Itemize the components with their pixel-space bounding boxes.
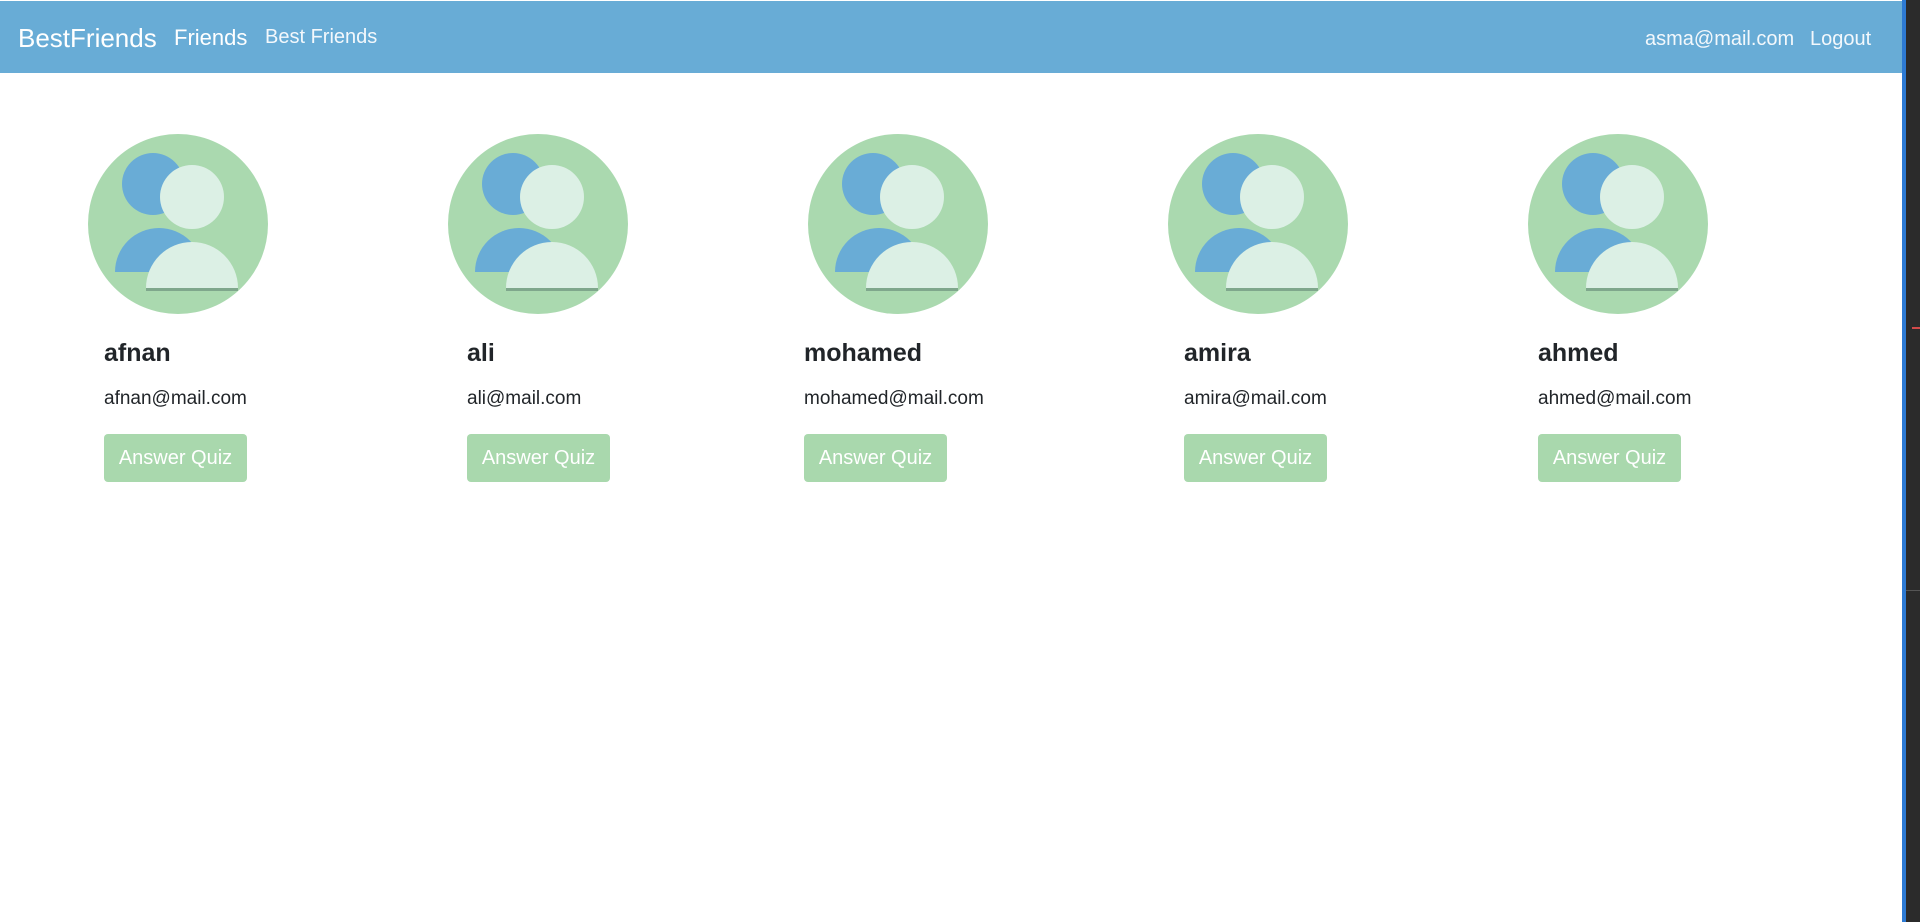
navbar: BestFriends Friends Best Friends asma@ma…	[0, 1, 1902, 73]
user-email-link[interactable]: asma@mail.com	[1645, 28, 1794, 51]
answer-quiz-button[interactable]: Answer Quiz	[1538, 434, 1681, 482]
friend-name: ali	[467, 339, 495, 367]
friend-name: ahmed	[1538, 339, 1619, 367]
nav-link-friends[interactable]: Friends	[174, 25, 247, 51]
friend-email: amira@mail.com	[1184, 388, 1327, 409]
avatar-icon	[1168, 134, 1348, 314]
friend-name: afnan	[104, 339, 171, 367]
page: BestFriends Friends Best Friends asma@ma…	[0, 0, 1902, 922]
avatar-icon	[88, 134, 268, 314]
friend-email: ali@mail.com	[467, 388, 582, 409]
friend-email: afnan@mail.com	[104, 388, 247, 409]
nav-link-best-friends[interactable]: Best Friends	[265, 26, 377, 49]
avatar-icon	[448, 134, 628, 314]
window-edge-marker	[1912, 327, 1920, 329]
window-edge-accent	[1902, 0, 1906, 922]
avatar-icon	[808, 134, 988, 314]
friend-email: mohamed@mail.com	[804, 388, 984, 409]
window-edge-divider	[1906, 590, 1920, 591]
friend-email: ahmed@mail.com	[1538, 388, 1692, 409]
avatar-icon	[1528, 134, 1708, 314]
window-edge-strip	[1902, 0, 1920, 922]
friend-name: amira	[1184, 339, 1251, 367]
answer-quiz-button[interactable]: Answer Quiz	[104, 434, 247, 482]
answer-quiz-button[interactable]: Answer Quiz	[804, 434, 947, 482]
brand-link[interactable]: BestFriends	[18, 23, 157, 54]
logout-link[interactable]: Logout	[1810, 28, 1871, 51]
answer-quiz-button[interactable]: Answer Quiz	[467, 434, 610, 482]
friend-name: mohamed	[804, 339, 923, 367]
answer-quiz-button[interactable]: Answer Quiz	[1184, 434, 1327, 482]
